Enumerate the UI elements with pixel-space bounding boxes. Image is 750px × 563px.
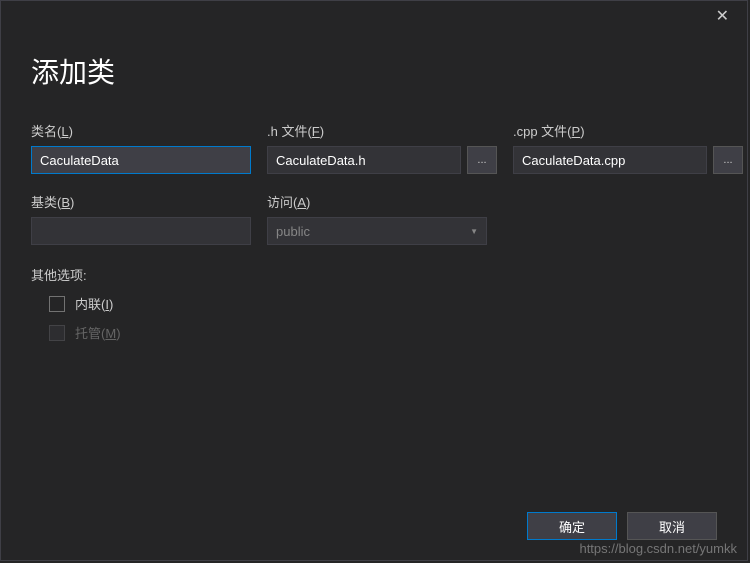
chevron-down-icon: ▼: [470, 227, 478, 236]
inline-checkbox-label: 内联(I): [75, 294, 113, 313]
h-file-browse-button[interactable]: ...: [467, 146, 497, 174]
access-field: 访问(A) public ▼: [267, 192, 487, 245]
other-options-section: 其他选项: 内联(I) 托管(M): [31, 265, 717, 342]
class-name-input[interactable]: [31, 146, 251, 174]
spacer: [503, 192, 723, 245]
class-name-label: 类名(L): [31, 121, 251, 140]
base-class-input[interactable]: [31, 217, 251, 245]
form-area: 类名(L) .h 文件(F) ... .cpp 文件(P) ...: [1, 121, 747, 342]
watermark-text: https://blog.csdn.net/yumkk: [579, 541, 737, 556]
class-name-field: 类名(L): [31, 121, 251, 174]
access-label: 访问(A): [267, 192, 487, 211]
close-icon[interactable]: ✕: [708, 2, 737, 30]
titlebar: ✕: [1, 1, 747, 31]
base-class-label: 基类(B): [31, 192, 251, 211]
h-file-input[interactable]: [267, 146, 461, 174]
ok-button[interactable]: 确定: [527, 512, 617, 540]
base-class-field: 基类(B): [31, 192, 251, 245]
inline-checkbox[interactable]: [49, 296, 65, 312]
access-select[interactable]: public ▼: [267, 217, 487, 245]
cpp-file-label: .cpp 文件(P): [513, 121, 743, 140]
h-file-label: .h 文件(F): [267, 121, 497, 140]
cancel-button[interactable]: 取消: [627, 512, 717, 540]
dialog-button-bar: 确定 取消: [527, 512, 717, 540]
cpp-file-field: .cpp 文件(P) ...: [513, 121, 743, 174]
managed-checkbox: [49, 325, 65, 341]
add-class-dialog: ✕ 添加类 类名(L) .h 文件(F) ... .cpp 文件(P) ...: [0, 0, 748, 561]
inline-option-row: 内联(I): [31, 294, 717, 313]
managed-checkbox-label: 托管(M): [75, 323, 121, 342]
cpp-file-browse-button[interactable]: ...: [713, 146, 743, 174]
h-file-field: .h 文件(F) ...: [267, 121, 497, 174]
other-options-heading: 其他选项:: [31, 265, 717, 284]
access-value: public: [276, 224, 310, 239]
managed-option-row: 托管(M): [31, 323, 717, 342]
cpp-file-input[interactable]: [513, 146, 707, 174]
dialog-title: 添加类: [1, 31, 747, 121]
